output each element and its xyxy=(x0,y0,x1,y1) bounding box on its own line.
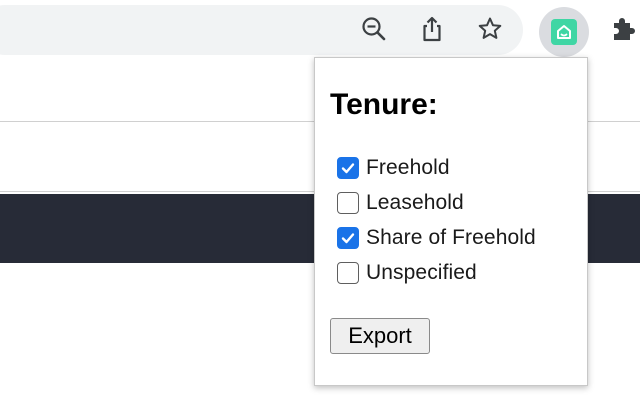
popup-title: Tenure: xyxy=(330,88,438,121)
option-label: Share of Freehold xyxy=(366,226,536,249)
extension-button[interactable] xyxy=(539,7,589,57)
checkmark-icon xyxy=(341,233,355,244)
checkmark-icon xyxy=(341,163,355,174)
option-label: Unspecified xyxy=(366,261,477,284)
extension-house-icon xyxy=(551,19,577,45)
option-share-of-freehold[interactable]: Share of Freehold xyxy=(337,225,536,251)
checkbox-checked[interactable] xyxy=(337,227,359,249)
export-button[interactable]: Export xyxy=(330,318,430,354)
option-leasehold[interactable]: Leasehold xyxy=(337,190,464,216)
browser-window: Tenure: Freehold Leasehold Share of Free… xyxy=(0,0,640,400)
option-label: Leasehold xyxy=(366,191,464,214)
checkbox-unchecked[interactable] xyxy=(337,192,359,214)
share-icon[interactable] xyxy=(415,12,449,46)
option-unspecified[interactable]: Unspecified xyxy=(337,260,477,286)
checkbox-checked[interactable] xyxy=(337,157,359,179)
browser-toolbar xyxy=(0,0,640,62)
bookmark-star-icon[interactable] xyxy=(473,12,507,46)
extension-popup: Tenure: Freehold Leasehold Share of Free… xyxy=(314,57,588,386)
checkbox-unchecked[interactable] xyxy=(337,262,359,284)
option-label: Freehold xyxy=(366,156,450,179)
zoom-out-icon[interactable] xyxy=(357,12,391,46)
option-freehold[interactable]: Freehold xyxy=(337,155,450,181)
puzzle-extensions-icon[interactable] xyxy=(606,12,640,46)
